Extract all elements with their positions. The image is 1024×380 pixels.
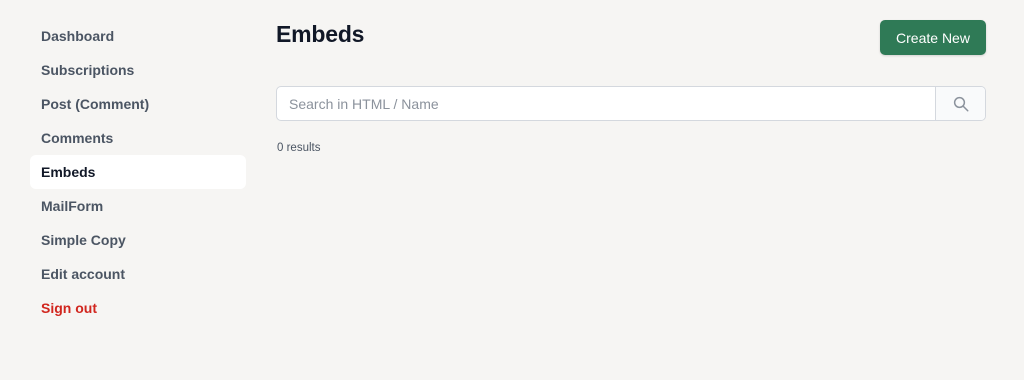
- sidebar-item-comments[interactable]: Comments: [30, 121, 246, 155]
- results-count: 0 results: [277, 142, 321, 154]
- page-title: Embeds: [276, 21, 365, 47]
- search-input[interactable]: [277, 87, 935, 120]
- create-new-button[interactable]: Create New: [880, 20, 986, 55]
- sidebar-item-post-comment[interactable]: Post (Comment): [30, 87, 246, 121]
- sidebar-item-simple-copy[interactable]: Simple Copy: [30, 223, 246, 257]
- sidebar-item-sign-out[interactable]: Sign out: [30, 291, 246, 325]
- search-bar: [276, 86, 986, 121]
- sidebar-item-embeds[interactable]: Embeds: [30, 155, 246, 189]
- search-button[interactable]: [935, 87, 985, 120]
- search-icon: [953, 96, 968, 111]
- sidebar-item-mailform[interactable]: MailForm: [30, 189, 246, 223]
- sidebar-item-subscriptions[interactable]: Subscriptions: [30, 53, 246, 87]
- sidebar-item-dashboard[interactable]: Dashboard: [30, 19, 246, 53]
- sidebar-item-edit-account[interactable]: Edit account: [30, 257, 246, 291]
- sidebar: Dashboard Subscriptions Post (Comment) C…: [30, 19, 246, 325]
